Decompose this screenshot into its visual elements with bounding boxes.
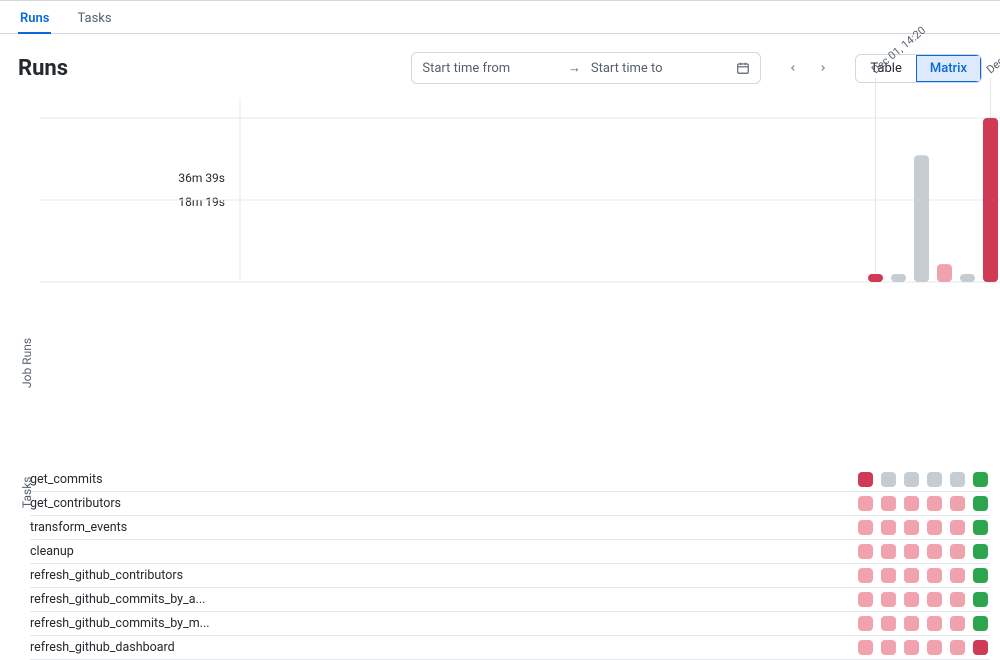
tab-runs[interactable]: Runs bbox=[18, 5, 51, 33]
task-cell[interactable] bbox=[927, 496, 942, 511]
task-cell[interactable] bbox=[904, 592, 919, 607]
task-label: transform_events bbox=[30, 520, 227, 535]
task-label: get_commits bbox=[30, 472, 227, 487]
task-cell[interactable] bbox=[950, 616, 965, 631]
task-cell[interactable] bbox=[927, 616, 942, 631]
task-cell[interactable] bbox=[973, 616, 988, 631]
start-from-placeholder: Start time from bbox=[422, 61, 558, 76]
next-page-button[interactable] bbox=[813, 58, 833, 78]
task-cell[interactable] bbox=[973, 472, 988, 487]
task-cell[interactable] bbox=[904, 640, 919, 655]
task-cell[interactable] bbox=[950, 472, 965, 487]
task-row: get_commits bbox=[30, 468, 990, 492]
tab-tasks[interactable]: Tasks bbox=[75, 5, 113, 33]
task-cell[interactable] bbox=[904, 496, 919, 511]
task-cell[interactable] bbox=[927, 472, 942, 487]
task-cell[interactable] bbox=[927, 544, 942, 559]
y-tick-0: 18m 19s bbox=[30, 190, 225, 214]
task-cell[interactable] bbox=[858, 472, 873, 487]
y-tick-1: 36m 39s bbox=[30, 166, 225, 190]
task-cell[interactable] bbox=[858, 592, 873, 607]
job-run-bar[interactable] bbox=[937, 264, 952, 282]
task-cell[interactable] bbox=[881, 568, 896, 583]
task-row: cleanup bbox=[30, 540, 990, 564]
task-label: get_contributors bbox=[30, 496, 227, 511]
task-cell[interactable] bbox=[973, 592, 988, 607]
task-cell[interactable] bbox=[950, 496, 965, 511]
task-cell[interactable] bbox=[858, 568, 873, 583]
task-cell[interactable] bbox=[950, 520, 965, 535]
task-cell[interactable] bbox=[973, 544, 988, 559]
job-runs-chart: Dec 01, 14:20Dec 01, 15:30 bbox=[240, 108, 1000, 288]
job-run-bar[interactable] bbox=[914, 155, 929, 282]
task-cell[interactable] bbox=[973, 520, 988, 535]
task-label: refresh_github_commits_by_m... bbox=[30, 616, 227, 631]
task-cell[interactable] bbox=[881, 640, 896, 655]
task-cell[interactable] bbox=[881, 592, 896, 607]
task-cell[interactable] bbox=[904, 472, 919, 487]
task-row: get_contributors bbox=[30, 492, 990, 516]
task-cell[interactable] bbox=[881, 496, 896, 511]
date-range-input[interactable]: Start time from → Start time to bbox=[411, 52, 761, 84]
task-cell[interactable] bbox=[881, 520, 896, 535]
task-cell[interactable] bbox=[927, 640, 942, 655]
task-cell[interactable] bbox=[973, 496, 988, 511]
task-row: transform_events bbox=[30, 516, 990, 540]
task-cell[interactable] bbox=[973, 640, 988, 655]
prev-page-button[interactable] bbox=[783, 58, 803, 78]
task-cell[interactable] bbox=[927, 592, 942, 607]
task-cell[interactable] bbox=[950, 640, 965, 655]
y-axis-label-jobruns: Job Runs bbox=[20, 338, 34, 388]
job-run-bar[interactable] bbox=[891, 274, 906, 282]
task-cell[interactable] bbox=[858, 520, 873, 535]
start-to-placeholder: Start time to bbox=[591, 61, 727, 76]
job-run-bar[interactable] bbox=[868, 274, 883, 282]
task-cell[interactable] bbox=[881, 472, 896, 487]
task-label: cleanup bbox=[30, 544, 227, 559]
arrow-right-icon: → bbox=[568, 60, 581, 76]
task-cell[interactable] bbox=[858, 544, 873, 559]
job-run-bar[interactable] bbox=[983, 118, 998, 282]
pager bbox=[773, 58, 843, 78]
task-cell[interactable] bbox=[881, 544, 896, 559]
task-cell[interactable] bbox=[904, 616, 919, 631]
task-cell[interactable] bbox=[904, 568, 919, 583]
task-cell[interactable] bbox=[858, 640, 873, 655]
task-row: refresh_github_commits_by_m... bbox=[30, 612, 990, 636]
task-row: refresh_github_dashboard bbox=[30, 636, 990, 660]
y-ticks: 18m 19s 36m 39s bbox=[30, 190, 225, 262]
task-cell[interactable] bbox=[927, 568, 942, 583]
task-cell[interactable] bbox=[973, 568, 988, 583]
task-cell[interactable] bbox=[927, 520, 942, 535]
task-cell[interactable] bbox=[904, 544, 919, 559]
page-title: Runs bbox=[18, 56, 68, 81]
task-cell[interactable] bbox=[950, 592, 965, 607]
task-label: refresh_github_contributors bbox=[30, 568, 227, 583]
task-cell[interactable] bbox=[950, 568, 965, 583]
top-tabs: Runs Tasks bbox=[0, 0, 1000, 34]
view-matrix-button[interactable]: Matrix bbox=[916, 55, 981, 82]
task-label: refresh_github_dashboard bbox=[30, 640, 227, 655]
job-run-bar[interactable] bbox=[960, 274, 975, 282]
y-axis-label-tasks: Tasks bbox=[20, 477, 34, 509]
task-row: refresh_github_contributors bbox=[30, 564, 990, 588]
task-cell[interactable] bbox=[881, 616, 896, 631]
task-matrix: get_commits get_contributors transform_eve… bbox=[30, 468, 1000, 660]
task-cell[interactable] bbox=[904, 520, 919, 535]
calendar-icon bbox=[736, 61, 750, 75]
task-cell[interactable] bbox=[858, 496, 873, 511]
task-cell[interactable] bbox=[950, 544, 965, 559]
task-cell[interactable] bbox=[858, 616, 873, 631]
header: Runs Start time from → Start time to Tab… bbox=[0, 34, 1000, 84]
task-row: refresh_github_commits_by_a... bbox=[30, 588, 990, 612]
task-label: refresh_github_commits_by_a... bbox=[30, 592, 227, 607]
